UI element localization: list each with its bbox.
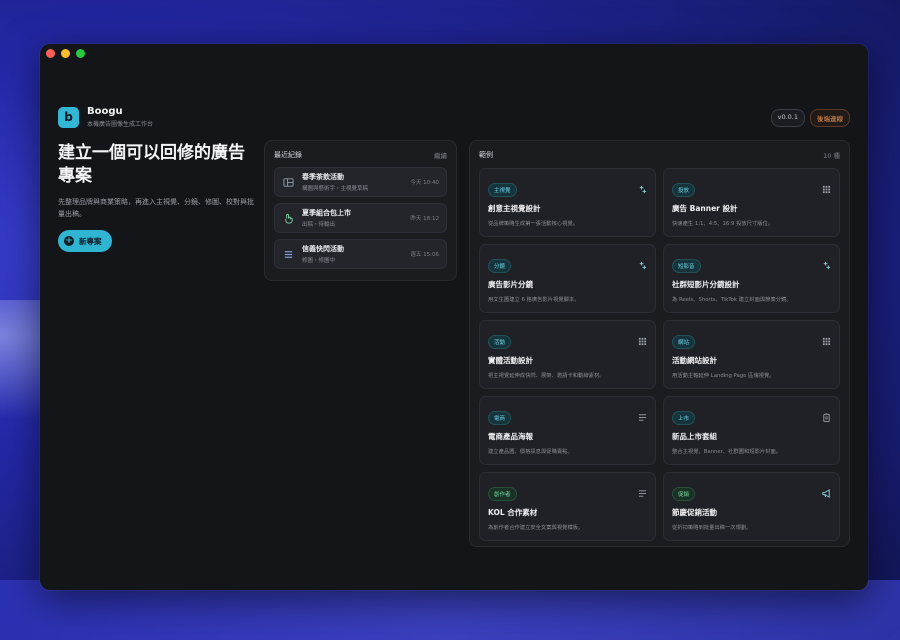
examples-title: 範例: [479, 151, 493, 159]
example-title: 廣告影片分鏡: [488, 280, 533, 289]
app-logo: b: [58, 106, 79, 128]
example-tag: 短影音: [672, 259, 701, 273]
example-description: 為創作者合作建立安全文案與視覺模板。: [488, 525, 584, 531]
list-icon: [282, 248, 294, 260]
grid-icon: [822, 331, 831, 346]
example-title: 節慶促銷活動: [672, 508, 717, 517]
example-title: KOL 合作素材: [488, 508, 538, 517]
continue-link[interactable]: 繼續: [434, 150, 447, 160]
minimize-window-button[interactable]: [61, 48, 70, 58]
example-title: 活動網站設計: [672, 356, 717, 365]
hand-icon: [282, 212, 294, 224]
clipboard-icon: [822, 407, 831, 422]
lines-icon: [638, 407, 647, 421]
example-card[interactable]: 創作者 KOL 合作素材為創作者合作建立安全文案與視覺模板。: [479, 472, 656, 541]
recent-item-title: 信義快閃活動: [302, 245, 344, 253]
example-description: 從品牌策略生成第一張活動核心視覺。: [488, 221, 579, 227]
app-subtitle: 本機廣告圖像生成工作台: [87, 121, 154, 128]
recent-item-status: 構圖與藝術字・主視覺草稿: [302, 186, 369, 192]
page-description: 先整理品牌與商業策略，再進入主視覺、分鏡、修圖、校對與批量出稿。: [58, 198, 254, 218]
example-title: 實體活動設計: [488, 356, 533, 365]
example-tag: 電商: [488, 411, 512, 425]
example-tag: 活動: [488, 335, 512, 349]
sparkle-icon: [638, 179, 647, 194]
backend-connection-button[interactable]: 後端連線: [810, 109, 850, 127]
examples-grid: 主視覺 創意主視覺設計 從品牌策略生成第一張活動核心視覺。 投放 廣告 Banner 設…: [470, 160, 849, 541]
example-description: 建立產品圖、價格訊息與促購賣點。: [488, 449, 573, 455]
example-card[interactable]: 上市新品上市套組整合主視覺、Banner、社群圖和短影片封面。: [663, 396, 840, 465]
example-description: 用活動主軸延伸 Landing Page 區塊視覺。: [672, 373, 775, 379]
examples-count: 10 種: [823, 152, 840, 160]
recent-item[interactable]: 春季茶飲活動 構圖與藝術字・主視覺草稿 今天 10:40: [274, 167, 447, 197]
app-name: Boogu: [87, 106, 123, 117]
example-description: 從折扣策略到批量出稿一次規劃。: [672, 525, 752, 531]
recent-item-status: 修圖・修圖中: [302, 258, 336, 264]
recent-item-time: 週五 15:06: [410, 252, 439, 258]
example-description: 把主視覺延伸成快閃、展架、邀請卡和動線素材。: [488, 373, 605, 379]
layout-icon: [282, 176, 294, 188]
page-title: 建立一個可以回修的廣告專案: [58, 143, 245, 186]
example-tag: 主視覺: [488, 183, 517, 197]
recent-item[interactable]: 信義快閃活動 修圖・修圖中 週五 15:06: [274, 239, 447, 269]
example-tag: 分鏡: [488, 259, 512, 273]
example-tag: 促銷: [672, 487, 696, 501]
example-title: 電商產品海報: [488, 432, 533, 441]
example-card[interactable]: 短影音社群短影片分鏡設計為 Reels、Shorts、TikTok 建立封面與節…: [663, 244, 840, 313]
recent-item-time: 今天 10:40: [410, 180, 439, 186]
examples-panel: 範例 10 種 主視覺 創意主視覺設計 從品牌策略生成第一張活動核心視覺。 投放 廣告 …: [469, 140, 850, 547]
example-title: 新品上市套組: [672, 432, 717, 441]
example-card[interactable]: 分鏡廣告影片分鏡用文生圖建立 6 格廣告影片視覺腳本。: [479, 244, 656, 313]
close-window-button[interactable]: [46, 48, 55, 58]
example-tag: 網站: [672, 335, 696, 349]
app-window: b Boogu 本機廣告圖像生成工作台 v0.0.1 後端連線 建立一個可以回修…: [40, 44, 868, 590]
new-project-label: 新專案: [79, 236, 102, 246]
brand: b Boogu 本機廣告圖像生成工作台: [58, 106, 153, 128]
example-tag: 上市: [672, 411, 696, 425]
example-card[interactable]: 網站活動網站設計用活動主軸延伸 Landing Page 區塊視覺。: [663, 320, 840, 389]
example-description: 整合主視覺、Banner、社群圖和短影片封面。: [672, 449, 782, 455]
new-project-button[interactable]: + 新專案: [58, 230, 112, 252]
megaphone-icon: [822, 483, 831, 498]
example-card[interactable]: 活動實體活動設計把主視覺延伸成快閃、展架、邀請卡和動線素材。: [479, 320, 656, 389]
example-tag: 投放: [672, 183, 696, 197]
grid-icon: [638, 331, 647, 346]
sparkle-icon: [638, 255, 647, 270]
recent-item[interactable]: 夏季組合包上市 出稿・待輸出 昨天 18:12: [274, 203, 447, 233]
version-badge: v0.0.1: [770, 109, 805, 127]
top-actions: v0.0.1 後端連線: [770, 109, 850, 127]
recent-item-title: 春季茶飲活動: [302, 173, 344, 181]
recent-item-time: 昨天 18:12: [410, 216, 439, 222]
example-title: 廣告 Banner 設計: [672, 204, 738, 213]
recent-title: 最近紀錄: [274, 151, 302, 159]
zoom-window-button[interactable]: [76, 48, 85, 58]
example-card[interactable]: 投放廣告 Banner 設計快速產生 1:1、4:5、16:9 投放尺寸版位。: [663, 168, 840, 237]
lines-icon: [638, 483, 647, 497]
sparkle-icon: [822, 255, 831, 270]
example-title: 社群短影片分鏡設計: [672, 280, 740, 289]
example-title: 創意主視覺設計: [488, 204, 541, 213]
example-description: 為 Reels、Shorts、TikTok 建立封面與節奏分鏡。: [672, 297, 792, 303]
plus-icon: +: [64, 236, 74, 246]
grid-icon: [822, 179, 831, 194]
example-card[interactable]: 促銷節慶促銷活動從折扣策略到批量出稿一次規劃。: [663, 472, 840, 541]
example-card[interactable]: 主視覺創意主視覺設計從品牌策略生成第一張活動核心視覺。: [479, 168, 656, 237]
recent-item-status: 出稿・待輸出: [302, 222, 336, 228]
example-tag: 創作者: [488, 487, 517, 501]
titlebar: [40, 44, 868, 62]
example-description: 用文生圖建立 6 格廣告影片視覺腳本。: [488, 297, 580, 303]
recent-item-title: 夏季組合包上市: [302, 209, 351, 217]
example-card[interactable]: 電商電商產品海報建立產品圖、價格訊息與促購賣點。: [479, 396, 656, 465]
example-description: 快速產生 1:1、4:5、16:9 投放尺寸版位。: [672, 221, 774, 227]
recent-panel: 最近紀錄 繼續 春季茶飲活動 構圖與藝術字・主視覺草稿 今天 10:40 夏季組: [264, 140, 457, 281]
